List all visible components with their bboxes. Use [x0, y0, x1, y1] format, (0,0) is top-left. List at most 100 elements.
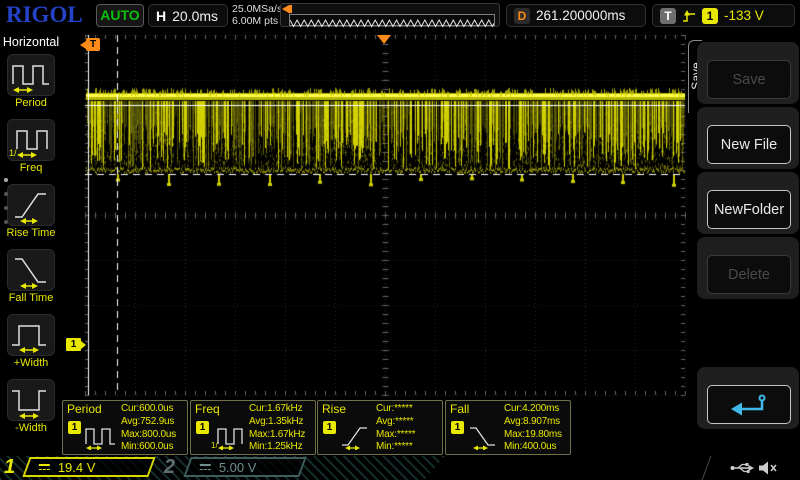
horizontal-timebase-readout[interactable]: H 20.0ms	[148, 4, 228, 27]
sample-rate: 25.0MSa/s	[232, 3, 282, 15]
measure-cur: Cur:*****	[376, 403, 415, 416]
waveform-display[interactable]	[62, 30, 690, 398]
freq-wave-icon: 1/	[8, 120, 54, 160]
trigger-center-marker-icon[interactable]	[377, 35, 391, 44]
preview-trigger-arrow-icon	[282, 5, 289, 13]
measure-item-freq[interactable]: 1/ Freq	[0, 119, 62, 174]
trigger-source-badge: 1	[702, 8, 718, 24]
timebase-value: 20.0ms	[172, 8, 218, 24]
measurement-panel-period[interactable]: Period 1 Cur:600.0us Avg:752.9us Max:800…	[62, 400, 188, 455]
menu-page-dot	[4, 178, 8, 182]
channel-status-bar: 1 19.4 V 2 5.00 V	[0, 456, 800, 480]
waveform-position-preview[interactable]	[280, 3, 500, 27]
fall-edge-icon	[8, 250, 54, 290]
measure-max: Max:*****	[376, 429, 415, 442]
delay-readout[interactable]: D 261.200000ms	[506, 4, 646, 27]
menu-page-dot	[4, 192, 8, 196]
delete-button[interactable]: Delete	[707, 255, 791, 294]
softkey-well: Delete	[697, 237, 799, 299]
dc-coupling-icon	[199, 463, 212, 471]
measure-avg: Avg:*****	[376, 416, 415, 429]
preview-waveform	[290, 18, 494, 28]
period-wave-icon	[8, 55, 54, 95]
menu-page-dot	[4, 206, 8, 210]
channel-badge: 1	[68, 421, 81, 434]
delay-label: D	[514, 8, 530, 24]
run-status-badge: AUTO	[96, 4, 144, 27]
left-measure-menu: Horizontal Period 1/ Freq	[0, 30, 62, 456]
measure-min: Min:*****	[376, 441, 415, 454]
channel1-number: 1	[4, 456, 15, 479]
new-folder-button[interactable]: NewFolder	[707, 190, 791, 229]
speaker-muted-icon	[757, 460, 779, 476]
divider	[702, 456, 712, 480]
rising-edge-icon	[682, 9, 696, 23]
memory-depth: 6.00M pts	[232, 15, 282, 27]
positive-pulse-icon	[8, 315, 54, 355]
measure-max: Max:800.0us	[121, 429, 176, 442]
measure-avg: Avg:8.907ms	[504, 416, 562, 429]
menu-page-dot	[4, 220, 8, 224]
measure-min: Min:400.0us	[504, 441, 562, 454]
channel1-ground-marker[interactable]: 1	[66, 338, 81, 351]
trigger-position-marker[interactable]: T	[86, 38, 100, 51]
softkey-well: NewFolder	[697, 172, 799, 234]
trigger-label: T	[660, 8, 676, 24]
softkey-well	[697, 367, 799, 429]
measure-avg: Avg:1.35kHz	[249, 416, 305, 429]
trigger-level-value: -133 V	[724, 8, 764, 23]
delay-value: 261.200000ms	[536, 8, 625, 23]
softkey-well: New File	[697, 107, 799, 169]
fall-edge-icon	[466, 422, 500, 450]
measure-item-fall-time[interactable]: Fall Time	[0, 249, 62, 304]
channel-badge: 1	[196, 421, 209, 434]
softkey-well: Save	[697, 42, 799, 104]
measure-item-neg-width[interactable]: -Width	[0, 379, 62, 434]
channel-badge: 1	[323, 421, 336, 434]
measure-item-rise-time[interactable]: Rise Time	[0, 184, 62, 239]
measurement-panel-fall[interactable]: Fall 1 Cur:4.200ms Avg:8.907ms Max:19.80…	[445, 400, 571, 455]
acquisition-info: 25.0MSa/s 6.00M pts	[232, 3, 282, 27]
channel2-block[interactable]: 5.00 V	[183, 457, 306, 477]
oscilloscope-screen: RIGOL AUTO H 20.0ms 25.0MSa/s 6.00M pts …	[0, 0, 800, 480]
back-button[interactable]	[707, 385, 791, 424]
trigger-readout[interactable]: T 1 -133 V	[652, 4, 795, 27]
measurement-panel-rise[interactable]: Rise 1 Cur:***** Avg:***** Max:***** Min…	[317, 400, 443, 455]
rise-edge-icon	[338, 422, 372, 450]
measure-cur: Cur:600.0us	[121, 403, 176, 416]
measure-item-pos-width[interactable]: +Width	[0, 314, 62, 369]
left-menu-title: Horizontal	[0, 35, 62, 49]
preview-trigger-bar	[289, 5, 292, 13]
svg-text:1/: 1/	[9, 148, 17, 158]
channel2-scale: 5.00 V	[219, 460, 257, 475]
dc-coupling-icon	[38, 463, 51, 471]
measure-max: Max:19.80ms	[504, 429, 562, 442]
measurement-panel-freq[interactable]: Freq 1 1/ Cur:1.67kHz Avg:1.35kHz Max:1.…	[190, 400, 316, 455]
svg-text:1/: 1/	[211, 441, 218, 450]
channel1-scale: 19.4 V	[58, 460, 96, 475]
channel-badge: 1	[451, 421, 464, 434]
measure-item-period[interactable]: Period	[0, 54, 62, 109]
measure-avg: Avg:752.9us	[121, 416, 176, 429]
right-softkey-menu: Save Save New File NewFolder Delete	[686, 30, 800, 456]
measure-min: Min:1.25kHz	[249, 441, 305, 454]
return-arrow-icon	[727, 391, 771, 419]
new-file-button[interactable]: New File	[707, 125, 791, 164]
waveform-plot-area: T T 1	[62, 30, 690, 398]
save-button[interactable]: Save	[707, 60, 791, 99]
measure-cur: Cur:4.200ms	[504, 403, 562, 416]
top-status-bar: RIGOL AUTO H 20.0ms 25.0MSa/s 6.00M pts …	[0, 0, 800, 30]
brand-logo: RIGOL	[6, 2, 83, 28]
horizontal-label: H	[156, 8, 166, 24]
measure-max: Max:1.67kHz	[249, 429, 305, 442]
freq-wave-icon: 1/	[211, 422, 245, 450]
channel2-number: 2	[164, 456, 175, 479]
channel1-block[interactable]: 19.4 V	[22, 457, 155, 477]
negative-pulse-icon	[8, 380, 54, 420]
preview-window	[289, 14, 495, 26]
rise-edge-icon	[8, 185, 54, 225]
period-wave-icon	[83, 422, 117, 450]
measure-min: Min:600.0us	[121, 441, 176, 454]
measure-cur: Cur:1.67kHz	[249, 403, 305, 416]
usb-icon	[729, 461, 755, 475]
